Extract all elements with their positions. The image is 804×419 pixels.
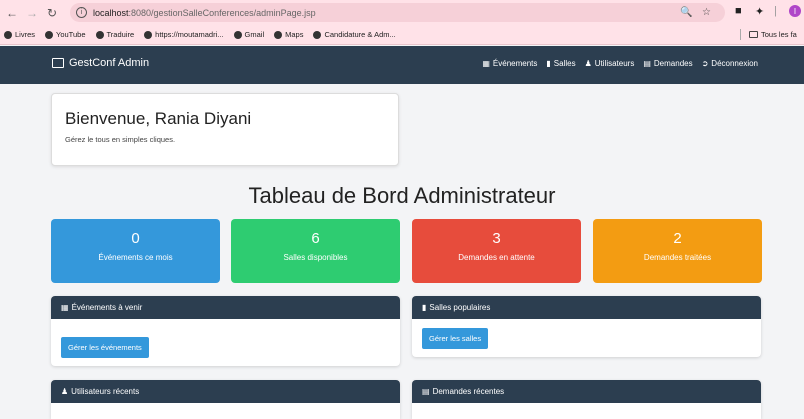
brand-label: GestConf Admin [69,57,150,69]
bookmarks-bar: Livres YouTube Traduire https://moutamad… [0,25,804,45]
bookmark-item[interactable]: Maps [274,30,303,39]
bookmark-label: YouTube [56,30,86,39]
calendar-icon: ▦ [61,303,69,312]
nav-links: ▦ Événements ▮ Salles ♟ Utilisateurs ▤ Deman… [473,59,758,68]
puzzle-icon[interactable]: ✦ [755,5,764,18]
bookmark-item[interactable]: YouTube [45,30,86,39]
folder-icon [749,31,758,38]
forward-icon[interactable]: → [24,5,40,21]
welcome-card: Bienvenue, Rania Diyani Gérez le tous en… [51,93,399,166]
panel-title: Demandes récentes [432,387,505,396]
nav-link-label: Utilisateurs [594,59,635,68]
nav-link-events[interactable]: ▦ Événements [482,59,537,68]
nav-link-label: Demandes [653,59,693,68]
stat-label: Événements ce mois [98,253,173,262]
bookmark-star-icon[interactable]: ☆ [702,7,711,18]
stat-value: 3 [492,230,501,247]
stat-card-events: 0 Événements ce mois [51,219,220,283]
stat-label: Salles disponibles [283,253,348,262]
door-icon: ▮ [546,59,551,68]
all-bookmarks-label: Tous les fa [761,30,797,39]
nav-link-label: Déconnexion [711,59,758,68]
all-bookmarks[interactable]: Tous les fa [740,29,797,40]
panel-popular-rooms: ▮ Salles populaires Gérer les salles [412,296,761,357]
nav-link-users[interactable]: ♟ Utilisateurs [585,59,635,68]
url-path: :8080/gestionSalleConferences/adminPage.… [128,7,316,18]
page-title: Tableau de Bord Administrateur [248,183,556,208]
calendar-icon: ▦ [482,59,490,68]
welcome-title: Bienvenue, Rania Diyani [65,109,252,128]
nav-link-rooms[interactable]: ▮ Salles [546,59,575,68]
zoom-icon[interactable]: 🔍 [680,7,692,18]
globe-icon [233,30,242,39]
brand-link[interactable]: GestConf Admin [52,57,149,69]
globe-icon [95,30,104,39]
panel-header: ♟ Utilisateurs récents [51,380,400,403]
stat-card-pending: 3 Demandes en attente [412,219,581,283]
globe-icon [144,30,153,39]
bookmark-label: Traduire [106,30,135,39]
bookmark-label: Gmail [244,30,265,39]
bookmark-label: Candidature & Adm... [324,30,396,39]
bookmark-label: https://moutamadri... [155,30,224,39]
manage-events-button[interactable]: Gérer les événements [61,337,149,358]
globe-icon [45,30,54,39]
logout-icon: ➲ [701,59,709,68]
stat-label: Demandes en attente [458,253,535,262]
extension-icon[interactable]: ■ [735,5,742,17]
panel-recent-users: ♟ Utilisateurs récents [51,380,400,419]
nav-link-label: Salles [553,59,576,68]
reload-icon[interactable]: ↻ [44,5,60,21]
nav-link-requests[interactable]: ▤ Demandes [643,59,692,68]
bookmark-item[interactable]: Gmail [233,30,265,39]
panel-upcoming-events: ▦ Événements à venir Gérer les événements [51,296,400,366]
nav-link-logout[interactable]: ➲ Déconnexion [702,59,758,68]
stat-value: 6 [311,230,320,247]
stat-card-processed: 2 Demandes traitées [593,219,762,283]
bookmark-label: Livres [15,30,36,39]
address-bar[interactable]: i localhost:8080/gestionSalleConferences… [70,3,725,22]
globe-icon [274,30,283,39]
chalkboard-icon [52,58,64,68]
browser-toolbar: ← → ↻ i localhost:8080/gestionSalleConfe… [0,0,804,25]
stat-card-rooms: 6 Salles disponibles [231,219,400,283]
app-navbar: GestConf Admin ▦ Événements ▮ Salles ♟ Util… [0,46,804,84]
users-icon: ♟ [61,387,69,396]
panel-header: ▤ Demandes récentes [412,380,761,403]
nav-link-label: Événements [492,59,538,68]
panel-title: Utilisateurs récents [71,387,140,396]
divider: | [774,5,777,17]
welcome-subtitle: Gérez le tous en simples cliques. [65,135,176,144]
stat-value: 2 [673,230,682,247]
panel-header: ▦ Événements à venir [51,296,400,319]
panel-recent-requests: ▤ Demandes récentes [412,380,761,419]
bookmark-item[interactable]: Livres [4,30,35,39]
profile-avatar[interactable]: I [789,5,801,17]
door-icon: ▮ [422,303,427,312]
bookmark-item[interactable]: Traduire [95,30,135,39]
url-host: localhost [93,7,129,18]
manage-rooms-button[interactable]: Gérer les salles [422,328,489,349]
globe-icon [4,30,12,39]
divider [740,29,741,40]
site-info-icon[interactable]: i [76,7,87,18]
stat-value: 0 [131,230,140,247]
inbox-icon: ▤ [422,387,430,396]
back-icon[interactable]: ← [4,5,20,21]
bookmark-item[interactable]: Candidature & Adm... [313,30,396,39]
bookmark-item[interactable]: https://moutamadri... [144,30,224,39]
globe-icon [313,30,322,39]
stat-label: Demandes traitées [643,253,712,262]
panel-title: Événements à venir [71,303,143,312]
bookmark-label: Maps [285,30,304,39]
panel-title: Salles populaires [429,303,491,312]
panel-header: ▮ Salles populaires [412,296,761,319]
users-icon: ♟ [584,59,592,68]
inbox-icon: ▤ [643,59,651,68]
